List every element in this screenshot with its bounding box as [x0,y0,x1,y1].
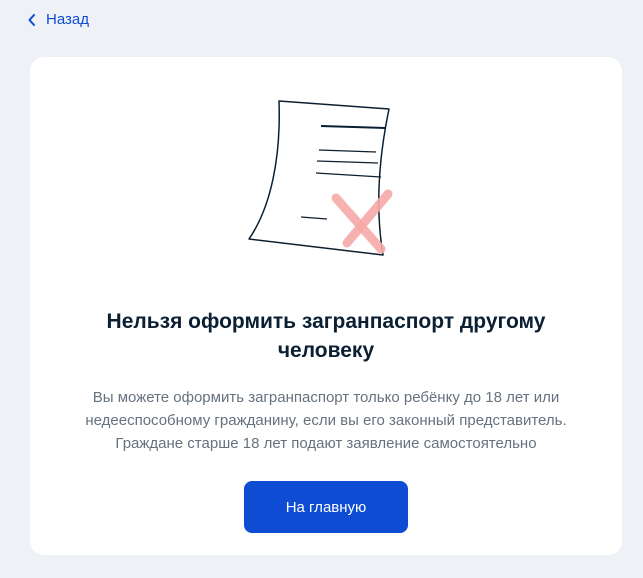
error-card: Нельзя оформить загранпаспорт другому че… [30,57,622,555]
description-line: Граждане старше 18 лет подают заявление … [115,435,537,452]
back-link[interactable]: Назад [28,11,89,28]
description-text: Вы можете оформить загранпаспорт только … [30,386,622,455]
chevron-left-icon [28,13,35,26]
description-line: недееспособному гражданину, если вы его … [85,412,567,429]
back-link-label: Назад [46,11,89,28]
home-button[interactable]: На главную [244,481,408,533]
page-title: Нельзя оформить загранпаспорт другому че… [106,310,546,362]
description-line: Вы можете оформить загранпаспорт только … [92,389,560,406]
rejected-document-icon [248,100,393,256]
